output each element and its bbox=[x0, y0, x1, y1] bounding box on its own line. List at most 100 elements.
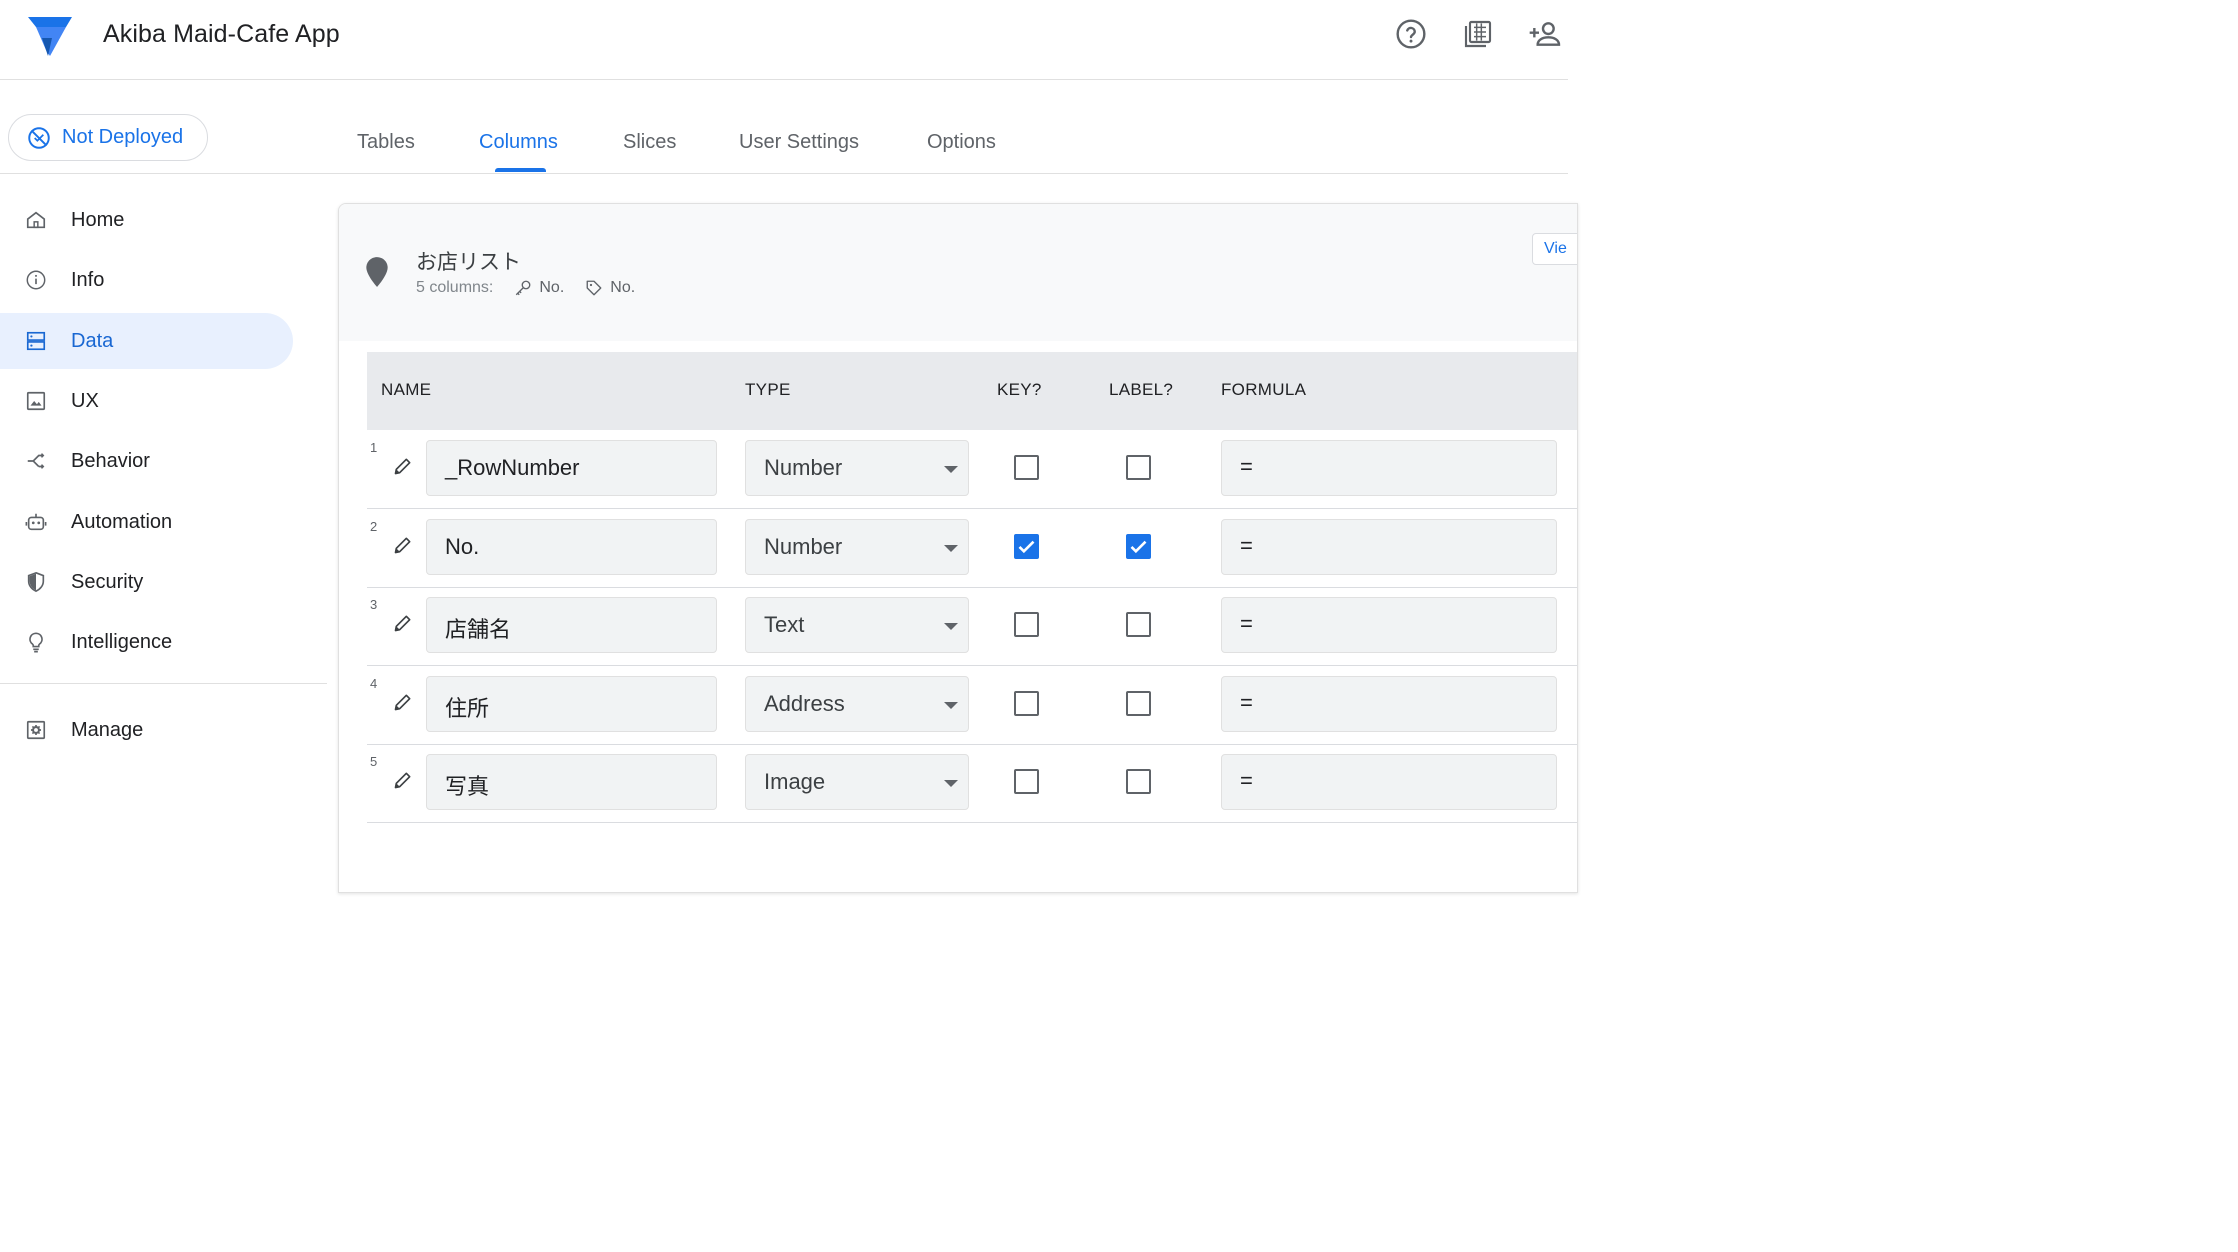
table-row: 1 _RowNumber Number = bbox=[367, 430, 1577, 509]
edit-pencil-icon[interactable] bbox=[393, 613, 413, 633]
key-checkbox[interactable] bbox=[1014, 455, 1039, 480]
help-icon[interactable] bbox=[1393, 16, 1429, 52]
column-name-field[interactable]: 住所 bbox=[426, 676, 717, 732]
column-type-select[interactable]: Number bbox=[745, 440, 969, 496]
table-row: 4 住所 Address = bbox=[367, 666, 1577, 745]
sidebar-item-label: UX bbox=[71, 389, 99, 412]
sidebar-item-home[interactable]: Home bbox=[0, 192, 293, 248]
dropdown-caret-icon bbox=[944, 780, 958, 787]
sidebar-item-ux[interactable]: UX bbox=[0, 373, 293, 429]
table-columns-panel: お店リスト 5 columns: No. No. Vie NAME TYPE K… bbox=[338, 203, 1578, 893]
header-name: NAME bbox=[381, 380, 432, 399]
table-row: 5 写真 Image = bbox=[367, 744, 1577, 823]
deploy-status-label: Not Deployed bbox=[62, 126, 184, 148]
table-header: お店リスト 5 columns: No. No. Vie bbox=[339, 204, 1577, 341]
row-number: 2 bbox=[370, 519, 378, 534]
sidebar-nav: Home Info Data UX Behavior Automation Se… bbox=[0, 174, 328, 877]
column-name-field[interactable]: No. bbox=[426, 519, 717, 575]
top-bar: Akiba Maid-Cafe App bbox=[0, 0, 1568, 80]
tab-options[interactable]: Options bbox=[927, 131, 996, 154]
intelligence-icon bbox=[24, 630, 48, 654]
label-checkbox[interactable] bbox=[1126, 769, 1151, 794]
edit-pencil-icon[interactable] bbox=[393, 770, 413, 790]
formula-field[interactable]: = bbox=[1221, 754, 1557, 810]
check-icon bbox=[1018, 540, 1035, 554]
row-number: 5 bbox=[370, 754, 378, 769]
column-type-select[interactable]: Text bbox=[745, 597, 969, 653]
view-data-button[interactable]: Vie bbox=[1532, 233, 1577, 265]
appsheet-logo bbox=[28, 17, 72, 56]
behavior-icon bbox=[24, 449, 48, 473]
column-type-value: Address bbox=[764, 691, 845, 716]
tab-slices[interactable]: Slices bbox=[623, 131, 676, 154]
formula-field[interactable]: = bbox=[1221, 440, 1557, 496]
column-type-value: Number bbox=[764, 534, 843, 559]
edit-pencil-icon[interactable] bbox=[393, 692, 413, 712]
column-type-value: Text bbox=[764, 612, 805, 637]
formula-field[interactable]: = bbox=[1221, 519, 1557, 575]
table-row: 3 店舗名 Text = bbox=[367, 587, 1577, 666]
active-tab-indicator bbox=[495, 168, 546, 172]
location-pin-icon bbox=[366, 257, 388, 287]
sidebar-item-info[interactable]: Info bbox=[0, 252, 293, 308]
label-tag-icon bbox=[586, 280, 602, 296]
key-icon bbox=[516, 280, 531, 296]
formula-field[interactable]: = bbox=[1221, 676, 1557, 732]
formula-field[interactable]: = bbox=[1221, 597, 1557, 653]
key-checkbox[interactable] bbox=[1014, 769, 1039, 794]
label-checkbox[interactable] bbox=[1126, 534, 1151, 559]
key-checkbox[interactable] bbox=[1014, 612, 1039, 637]
column-type-select[interactable]: Number bbox=[745, 519, 969, 575]
tab-tables[interactable]: Tables bbox=[357, 131, 415, 154]
column-type-select[interactable]: Image bbox=[745, 754, 969, 810]
column-name-field[interactable]: _RowNumber bbox=[426, 440, 717, 496]
sidebar-item-security[interactable]: Security bbox=[0, 554, 293, 610]
sidebar-item-manage[interactable]: Manage bbox=[0, 702, 293, 758]
tab-user-settings[interactable]: User Settings bbox=[739, 131, 859, 154]
label-checkbox[interactable] bbox=[1126, 612, 1151, 637]
sidebar-item-data[interactable]: Data bbox=[0, 313, 293, 369]
sidebar-item-label: Security bbox=[71, 570, 144, 593]
preview-grid-icon[interactable] bbox=[1460, 16, 1496, 52]
ux-icon bbox=[24, 389, 48, 413]
check-icon bbox=[1130, 540, 1147, 554]
data-icon bbox=[24, 329, 48, 353]
sidebar-item-label: Info bbox=[71, 268, 105, 291]
column-type-value: Number bbox=[764, 455, 843, 480]
sidebar-item-intelligence[interactable]: Intelligence bbox=[0, 614, 293, 670]
columns-table-header: NAME TYPE KEY? LABEL? FORMULA bbox=[367, 352, 1577, 430]
key-checkbox[interactable] bbox=[1014, 691, 1039, 716]
edit-pencil-icon[interactable] bbox=[393, 535, 413, 555]
manage-icon bbox=[24, 718, 48, 742]
sidebar-item-label: Data bbox=[71, 329, 114, 352]
sidebar-item-label: Home bbox=[71, 208, 125, 231]
column-type-select[interactable]: Address bbox=[745, 676, 969, 732]
tabs-bar: Tables Columns Slices User Settings Opti… bbox=[0, 81, 1568, 174]
header-type: TYPE bbox=[745, 380, 791, 399]
sidebar-item-behavior[interactable]: Behavior bbox=[0, 433, 293, 489]
share-person-add-icon[interactable] bbox=[1527, 16, 1563, 52]
home-icon bbox=[24, 208, 48, 232]
label-checkbox[interactable] bbox=[1126, 455, 1151, 480]
header-label: LABEL? bbox=[1109, 380, 1174, 399]
key-checkbox[interactable] bbox=[1014, 534, 1039, 559]
row-number: 1 bbox=[370, 440, 378, 455]
columns-count: 5 columns: bbox=[416, 279, 494, 296]
sidebar-item-label: Intelligence bbox=[71, 630, 173, 653]
not-deployed-icon bbox=[28, 126, 50, 149]
info-icon bbox=[24, 268, 48, 292]
sidebar-item-label: Behavior bbox=[71, 449, 150, 472]
table-meta: 5 columns: No. No. bbox=[416, 279, 635, 297]
label-column-value: No. bbox=[610, 279, 636, 296]
column-name-field[interactable]: 写真 bbox=[426, 754, 717, 810]
column-name-field[interactable]: 店舗名 bbox=[426, 597, 717, 653]
table-row: 2 No. Number = bbox=[367, 509, 1577, 588]
column-type-value: Image bbox=[764, 769, 826, 794]
tab-columns[interactable]: Columns bbox=[479, 131, 558, 154]
label-checkbox[interactable] bbox=[1126, 691, 1151, 716]
deploy-status-button[interactable]: Not Deployed bbox=[8, 114, 208, 161]
edit-pencil-icon[interactable] bbox=[393, 456, 413, 476]
automation-icon bbox=[24, 510, 48, 534]
sidebar-divider bbox=[0, 683, 327, 684]
sidebar-item-automation[interactable]: Automation bbox=[0, 494, 293, 550]
